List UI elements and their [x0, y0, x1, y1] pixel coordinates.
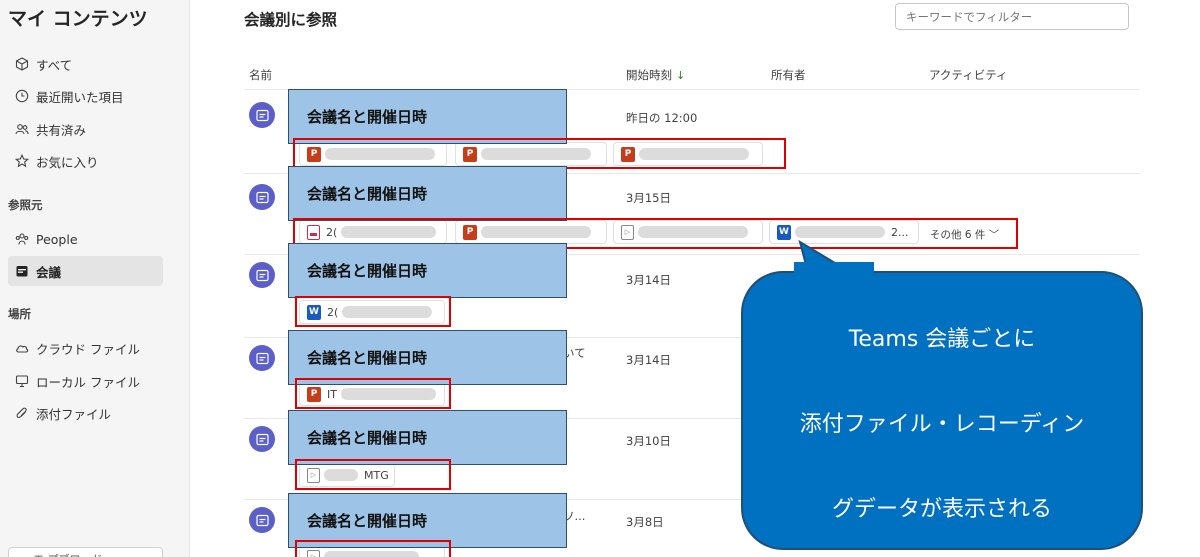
sidebar-item-label: すべて — [36, 57, 73, 73]
meeting-title-annotation: 会議名と開催日時 — [288, 89, 567, 144]
sidebar-item-people[interactable]: People — [8, 224, 163, 254]
sidebar-item-favorites[interactable]: お気に入り — [8, 146, 163, 176]
sort-descending-icon: ↓ — [676, 69, 686, 82]
sidebar-item-label: 添付ファイル — [36, 406, 112, 422]
meeting-icon — [249, 345, 275, 371]
sidebar-item-label: 最近開いた項目 — [36, 89, 124, 105]
upload-button[interactable]: エ プブロード — [8, 547, 163, 557]
sidebar-item-shared[interactable]: 共有済み — [8, 114, 163, 144]
meeting-title-annotation: 会議名と開催日時 — [288, 330, 567, 385]
sidebar-item-recent[interactable]: 最近開いた項目 — [8, 81, 163, 111]
filter-input[interactable] — [895, 3, 1129, 30]
highlight-box — [295, 540, 451, 557]
callout-line: Teams 会議ごとに — [848, 327, 1036, 352]
cube-icon — [15, 57, 29, 71]
callout-bubble: Teams 会議ごとに 添付ファイル・レコーディン グデータが表示される — [741, 271, 1143, 550]
sidebar-item-attachments[interactable]: 添付ファイル — [8, 398, 163, 428]
meeting-icon — [249, 507, 275, 533]
column-header-owner[interactable]: 所有者 — [771, 67, 806, 83]
callout-line: 添付ファイル・レコーディン — [799, 412, 1085, 437]
people-group-icon — [15, 232, 29, 246]
section-label-locations: 場所 — [8, 307, 31, 321]
meeting-icon — [249, 102, 275, 128]
column-header-start-time[interactable]: 開始時刻 ↓ — [626, 67, 685, 83]
start-time: 3月8日 — [626, 515, 664, 529]
callout-pointer-join — [794, 262, 874, 276]
start-time: 3月14日 — [626, 353, 671, 367]
app-title: マイ コンテンツ — [8, 8, 148, 30]
sidebar-item-label: People — [36, 231, 78, 247]
meeting-icon — [249, 262, 275, 288]
highlight-box — [295, 378, 451, 409]
highlight-box — [293, 138, 786, 169]
section-label-sources: 参照元 — [8, 198, 43, 212]
meeting-title-annotation: 会議名と開催日時 — [288, 166, 567, 221]
start-time: 3月15日 — [626, 191, 671, 205]
start-time: 昨日の 12:00 — [626, 111, 698, 125]
start-time: 3月10日 — [626, 434, 671, 448]
column-header-label: 開始時刻 — [626, 68, 672, 82]
sidebar-item-label: 共有済み — [36, 122, 87, 138]
sidebar-item-cloud-files[interactable]: クラウド ファイル — [8, 333, 163, 363]
sidebar-item-all[interactable]: すべて — [8, 49, 163, 79]
calendar-icon — [15, 264, 29, 278]
highlight-box — [295, 459, 451, 490]
meeting-title-annotation: 会議名と開催日時 — [288, 410, 567, 465]
sidebar-item-label: お気に入り — [36, 154, 99, 170]
callout-line: グデータが表示される — [831, 497, 1052, 522]
sidebar-item-meetings[interactable]: 会議 — [8, 256, 163, 286]
paperclip-icon — [15, 406, 29, 420]
sidebar-item-label: クラウド ファイル — [36, 341, 140, 357]
column-header-name[interactable]: 名前 — [249, 67, 272, 83]
people-icon — [15, 122, 29, 136]
highlight-box — [295, 296, 451, 327]
sidebar-item-label: 会議 — [36, 264, 62, 280]
page-title: 会議別に参照 — [244, 11, 338, 29]
meeting-title-annotation: 会議名と開催日時 — [288, 243, 567, 298]
meeting-icon — [249, 184, 275, 210]
sidebar-item-local-files[interactable]: ローカル ファイル — [8, 366, 163, 396]
cloud-icon — [15, 341, 29, 355]
meeting-icon — [249, 426, 275, 452]
star-icon — [15, 154, 29, 168]
clock-icon — [15, 89, 29, 103]
start-time: 3月14日 — [626, 273, 671, 287]
sidebar: マイ コンテンツ すべて 最近開いた項目 共有済み お気に入り 参照元 Peop… — [0, 0, 190, 557]
sidebar-item-label: ローカル ファイル — [36, 374, 140, 390]
column-header-activity[interactable]: アクティビティ — [929, 67, 1008, 83]
monitor-icon — [15, 374, 29, 388]
